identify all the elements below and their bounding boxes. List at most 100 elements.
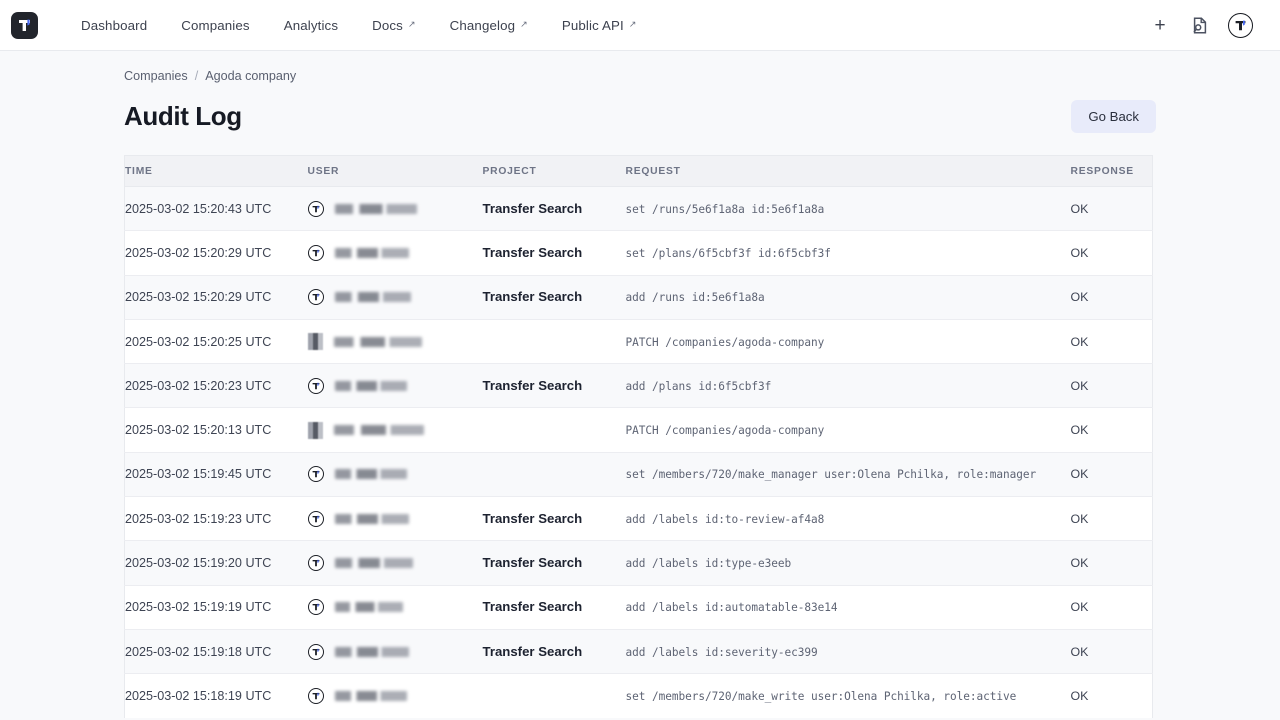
table-row[interactable]: 2025-03-02 15:19:45 UTCset /members/720/… bbox=[125, 452, 1153, 496]
nav-link-docs[interactable]: Docs ↗ bbox=[355, 12, 433, 39]
response-status: OK bbox=[1071, 467, 1089, 481]
user-name-redacted bbox=[335, 469, 407, 479]
user-name-redacted bbox=[334, 337, 422, 347]
document-page-icon[interactable] bbox=[1188, 13, 1212, 37]
cell-time: 2025-03-02 15:19:20 UTC bbox=[125, 541, 308, 585]
response-status: OK bbox=[1071, 600, 1089, 614]
nav-link-label: Docs bbox=[372, 18, 403, 33]
cell-user bbox=[308, 408, 483, 452]
cell-user bbox=[308, 364, 483, 408]
cell-time: 2025-03-02 15:19:45 UTC bbox=[125, 452, 308, 496]
cell-response: OK bbox=[1071, 231, 1153, 275]
timestamp-value: 2025-03-02 15:19:20 UTC bbox=[125, 556, 271, 570]
user-name-redacted bbox=[335, 292, 411, 302]
breadcrumb-companies[interactable]: Companies bbox=[124, 69, 188, 83]
table-row[interactable]: 2025-03-02 15:19:23 UTCTransfer Searchad… bbox=[125, 497, 1153, 541]
nav-link-public-api[interactable]: Public API ↗ bbox=[545, 12, 654, 39]
column-header-request: REQUEST bbox=[626, 156, 1071, 187]
table-row[interactable]: 2025-03-02 15:19:20 UTCTransfer Searchad… bbox=[125, 541, 1153, 585]
cell-time: 2025-03-02 15:20:25 UTC bbox=[125, 319, 308, 363]
cell-project: Transfer Search bbox=[483, 585, 626, 629]
cell-response: OK bbox=[1071, 319, 1153, 363]
external-link-icon: ↗ bbox=[520, 20, 528, 29]
top-navbar: Dashboard Companies Analytics Docs ↗ Cha… bbox=[0, 0, 1280, 51]
timestamp-value: 2025-03-02 15:19:18 UTC bbox=[125, 645, 271, 659]
table-row[interactable]: 2025-03-02 15:20:29 UTCTransfer Searchse… bbox=[125, 231, 1153, 275]
cell-project bbox=[483, 674, 626, 718]
cell-response: OK bbox=[1071, 585, 1153, 629]
cell-project: Transfer Search bbox=[483, 497, 626, 541]
timestamp-value: 2025-03-02 15:20:13 UTC bbox=[125, 423, 271, 437]
user-name-redacted bbox=[335, 602, 403, 612]
cell-time: 2025-03-02 15:19:18 UTC bbox=[125, 629, 308, 673]
project-name: Transfer Search bbox=[483, 555, 583, 570]
cell-response: OK bbox=[1071, 541, 1153, 585]
table-row[interactable]: 2025-03-02 15:19:19 UTCTransfer Searchad… bbox=[125, 585, 1153, 629]
nav-link-analytics[interactable]: Analytics bbox=[267, 12, 355, 39]
cell-user bbox=[308, 629, 483, 673]
response-status: OK bbox=[1071, 423, 1089, 437]
cell-user bbox=[308, 541, 483, 585]
user-avatar-icon bbox=[308, 555, 324, 571]
user-avatar-icon bbox=[308, 599, 324, 615]
request-value: add /plans id:6f5cbf3f bbox=[626, 380, 772, 393]
user-cell-content bbox=[308, 599, 483, 615]
user-name-redacted bbox=[335, 248, 409, 258]
request-value: set /runs/5e6f1a8a id:5e6f1a8a bbox=[626, 203, 825, 216]
nav-link-label: Analytics bbox=[284, 18, 338, 33]
user-avatar-icon[interactable] bbox=[1228, 13, 1253, 38]
table-row[interactable]: 2025-03-02 15:20:23 UTCTransfer Searchad… bbox=[125, 364, 1153, 408]
timestamp-value: 2025-03-02 15:19:23 UTC bbox=[125, 512, 271, 526]
table-row[interactable]: 2025-03-02 15:20:13 UTC PATCH /companies/… bbox=[125, 408, 1153, 452]
cell-response: OK bbox=[1071, 275, 1153, 319]
table-row[interactable]: 2025-03-02 15:20:25 UTC PATCH /companies/… bbox=[125, 319, 1153, 363]
cell-request: set /members/720/make_write user:Olena P… bbox=[626, 674, 1071, 718]
page-header: Audit Log Go Back bbox=[124, 100, 1156, 133]
cell-user bbox=[308, 231, 483, 275]
project-name: Transfer Search bbox=[483, 644, 583, 659]
project-name: Transfer Search bbox=[483, 245, 583, 260]
breadcrumb: Companies / Agoda company bbox=[124, 51, 1156, 83]
user-avatar-redacted-icon bbox=[308, 422, 323, 439]
nav-link-dashboard[interactable]: Dashboard bbox=[64, 12, 164, 39]
table-row[interactable]: 2025-03-02 15:20:43 UTCTransfer Searchse… bbox=[125, 187, 1153, 231]
response-status: OK bbox=[1071, 202, 1089, 216]
cell-user bbox=[308, 674, 483, 718]
nav-link-changelog[interactable]: Changelog ↗ bbox=[433, 12, 545, 39]
cell-project bbox=[483, 452, 626, 496]
user-avatar-icon bbox=[308, 378, 324, 394]
go-back-button[interactable]: Go Back bbox=[1071, 100, 1156, 133]
user-name-redacted bbox=[335, 647, 409, 657]
cell-request: add /plans id:6f5cbf3f bbox=[626, 364, 1071, 408]
user-avatar-icon bbox=[308, 201, 324, 217]
user-avatar-icon bbox=[308, 289, 324, 305]
user-avatar-icon bbox=[308, 466, 324, 482]
nav-link-label: Changelog bbox=[450, 18, 516, 33]
user-avatar-icon bbox=[308, 644, 324, 660]
add-button[interactable]: + bbox=[1148, 13, 1172, 37]
cell-response: OK bbox=[1071, 408, 1153, 452]
request-value: PATCH /companies/agoda-company bbox=[626, 424, 825, 437]
cell-project: Transfer Search bbox=[483, 275, 626, 319]
nav-link-companies[interactable]: Companies bbox=[164, 12, 266, 39]
cell-response: OK bbox=[1071, 674, 1153, 718]
user-name-redacted bbox=[335, 514, 409, 524]
cell-response: OK bbox=[1071, 364, 1153, 408]
cell-time: 2025-03-02 15:20:13 UTC bbox=[125, 408, 308, 452]
user-cell-content bbox=[308, 466, 483, 482]
brand-t-logo-icon[interactable] bbox=[11, 12, 38, 39]
table-row[interactable]: 2025-03-02 15:18:19 UTCset /members/720/… bbox=[125, 674, 1153, 718]
user-name-redacted bbox=[335, 691, 407, 701]
user-avatar-icon bbox=[308, 688, 324, 704]
primary-nav: Dashboard Companies Analytics Docs ↗ Cha… bbox=[64, 12, 654, 39]
table-row[interactable]: 2025-03-02 15:20:29 UTCTransfer Searchad… bbox=[125, 275, 1153, 319]
request-value: add /labels id:severity-ec399 bbox=[626, 646, 818, 659]
user-cell-content bbox=[308, 688, 483, 704]
external-link-icon: ↗ bbox=[629, 20, 637, 29]
table-row[interactable]: 2025-03-02 15:19:18 UTC Transfer Search ad… bbox=[125, 629, 1153, 673]
request-value: PATCH /companies/agoda-company bbox=[626, 336, 825, 349]
project-name: Transfer Search bbox=[483, 201, 583, 216]
response-status: OK bbox=[1071, 512, 1089, 526]
column-header-response: RESPONSE bbox=[1071, 156, 1153, 187]
user-avatar-icon bbox=[308, 245, 324, 261]
